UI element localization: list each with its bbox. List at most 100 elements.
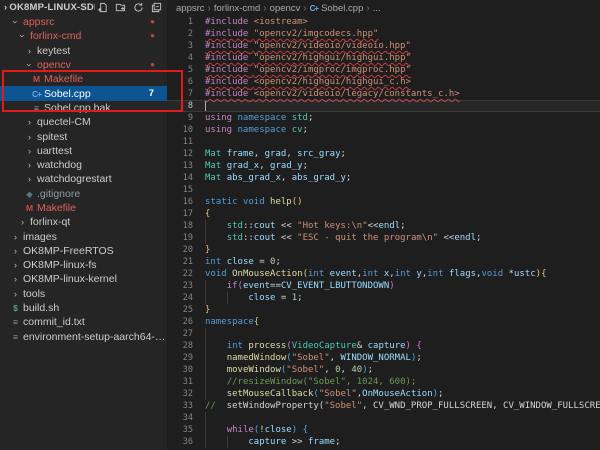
code-line-34[interactable]: 34 xyxy=(167,412,600,424)
line-content[interactable]: moveWindow("Sobel", 0, 40); xyxy=(193,364,600,376)
code-line-4[interactable]: 4#include "opencv2/highgui/highgui.hpp" xyxy=(167,52,600,64)
line-number[interactable]: 7 xyxy=(167,88,193,100)
tree-item-environment-setup-aarch64-poky-lin[interactable]: ≡environment-setup-aarch64-poky-lin... xyxy=(0,330,167,344)
tree-item-makefile[interactable]: MMakefile xyxy=(0,201,167,215)
new-folder-icon[interactable] xyxy=(113,1,127,14)
breadcrumb-item-sobel-cpp[interactable]: C+Sobel.cpp xyxy=(310,3,364,14)
line-content[interactable]: close = 1; xyxy=(193,292,600,304)
line-content[interactable]: Mat grad_x, grad_y; xyxy=(193,160,600,172)
line-content[interactable]: // setWindowProperty("Sobel", CV_WND_PRO… xyxy=(193,400,600,412)
line-number[interactable]: 23 xyxy=(167,280,193,292)
line-content[interactable]: Mat abs_grad_x, abs_grad_y; xyxy=(193,172,600,184)
line-number[interactable]: 15 xyxy=(167,184,193,196)
line-number[interactable]: 27 xyxy=(167,328,193,340)
line-content[interactable]: if(event==CV_EVENT_LBUTTONDOWN) xyxy=(193,280,600,292)
line-content[interactable]: capture >> frame; xyxy=(193,436,600,448)
refresh-icon[interactable] xyxy=(131,1,145,14)
tree-item-spitest[interactable]: ›spitest xyxy=(0,129,167,143)
code-line-19[interactable]: 19 std::cout << "ESC - quit the program\… xyxy=(167,232,600,244)
line-number[interactable]: 16 xyxy=(167,196,193,208)
tree-item-tools[interactable]: ›tools xyxy=(0,287,167,301)
code-line-18[interactable]: 18 std::cout << "Hot keys:\n"<<endl; xyxy=(167,220,600,232)
breadcrumb-item-[interactable]: ... xyxy=(373,3,381,14)
tree-item-ok8mp-linux-kernel[interactable]: ›OK8MP-linux-kernel xyxy=(0,272,167,286)
tree-item-forlinx-cmd[interactable]: ›forlinx-cmd● xyxy=(0,29,167,43)
line-number[interactable]: 29 xyxy=(167,352,193,364)
tree-item-watchdogrestart[interactable]: ›watchdogrestart xyxy=(0,172,167,186)
line-number[interactable]: 30 xyxy=(167,364,193,376)
code-line-24[interactable]: 24 close = 1; xyxy=(167,292,600,304)
line-content[interactable]: namespace{ xyxy=(193,316,600,328)
line-content[interactable] xyxy=(193,184,600,196)
tree-item-ok8mp-linux-fs[interactable]: ›OK8MP-linux-fs xyxy=(0,258,167,272)
line-content[interactable]: #include <opencv2/highgui/highgui_c.h> xyxy=(193,76,600,88)
line-number[interactable]: 22 xyxy=(167,268,193,280)
line-number[interactable]: 21 xyxy=(167,256,193,268)
line-number[interactable]: 35 xyxy=(167,424,193,436)
code-line-14[interactable]: 14Mat abs_grad_x, abs_grad_y; xyxy=(167,172,600,184)
code-line-33[interactable]: 33// setWindowProperty("Sobel", CV_WND_P… xyxy=(167,400,600,412)
breadcrumb-item-forlinx-cmd[interactable]: forlinx-cmd xyxy=(214,3,260,14)
line-number[interactable]: 33 xyxy=(167,400,193,412)
breadcrumb-item-appsrc[interactable]: appsrc xyxy=(176,3,205,14)
line-content[interactable]: { xyxy=(193,208,600,220)
code-line-20[interactable]: 20} xyxy=(167,244,600,256)
line-content[interactable] xyxy=(193,412,600,424)
tree-item-gitignore[interactable]: ◆.gitignore xyxy=(0,187,167,201)
code-line-5[interactable]: 5#include "opencv2/imgproc/imgproc.hpp" xyxy=(167,64,600,76)
line-content[interactable]: #include <iostream> xyxy=(193,16,600,28)
line-number[interactable]: 19 xyxy=(167,232,193,244)
tree-item-uarttest[interactable]: ›uarttest xyxy=(0,144,167,158)
new-file-icon[interactable] xyxy=(95,1,109,14)
code-line-15[interactable]: 15 xyxy=(167,184,600,196)
code-line-25[interactable]: 25} xyxy=(167,304,600,316)
code-line-12[interactable]: 12Mat frame, grad, src_gray; xyxy=(167,148,600,160)
line-content[interactable]: #include "opencv2/imgproc/imgproc.hpp" xyxy=(193,64,600,76)
code-line-16[interactable]: 16static void help() xyxy=(167,196,600,208)
tree-item-build-sh[interactable]: $build.sh xyxy=(0,301,167,315)
code-line-21[interactable]: 21int close = 0; xyxy=(167,256,600,268)
line-content[interactable]: setMouseCallback("Sobel",OnMouseAction); xyxy=(193,388,600,400)
line-content[interactable]: Mat frame, grad, src_gray; xyxy=(193,148,600,160)
line-content[interactable]: static void help() xyxy=(193,196,600,208)
line-content[interactable]: } xyxy=(193,244,600,256)
line-content[interactable]: #include <opencv2/videoio/legacy/constan… xyxy=(193,88,600,100)
line-number[interactable]: 32 xyxy=(167,388,193,400)
code-line-27[interactable]: 27 xyxy=(167,328,600,340)
code-line-31[interactable]: 31 //resizeWindow("Sobel", 1024, 600); xyxy=(167,376,600,388)
code-line-36[interactable]: 36 capture >> frame; xyxy=(167,436,600,448)
line-content[interactable]: } xyxy=(193,304,600,316)
line-number[interactable]: 31 xyxy=(167,376,193,388)
line-number[interactable]: 9 xyxy=(167,112,193,124)
line-number[interactable]: 8 xyxy=(167,100,193,112)
tree-item-quectel-cm[interactable]: ›quectel-CM xyxy=(0,115,167,129)
line-content[interactable]: int process(VideoCapture& capture) { xyxy=(193,340,600,352)
code-line-11[interactable]: 11 xyxy=(167,136,600,148)
code-line-9[interactable]: 9using namespace std; xyxy=(167,112,600,124)
tree-item-sobel-cpp-bak[interactable]: ≡Sobel.cpp.bak xyxy=(0,101,167,115)
line-number[interactable]: 18 xyxy=(167,220,193,232)
line-number[interactable]: 1 xyxy=(167,16,193,28)
breadcrumb-item-opencv[interactable]: opencv xyxy=(270,3,301,14)
collapse-all-icon[interactable] xyxy=(149,1,163,14)
code-line-13[interactable]: 13Mat grad_x, grad_y; xyxy=(167,160,600,172)
code-line-10[interactable]: 10using namespace cv; xyxy=(167,124,600,136)
line-number[interactable]: 12 xyxy=(167,148,193,160)
line-number[interactable]: 11 xyxy=(167,136,193,148)
line-number[interactable]: 36 xyxy=(167,436,193,448)
code-line-3[interactable]: 3#include "opencv2/videoio/videoio.hpp" xyxy=(167,40,600,52)
code-line-28[interactable]: 28 int process(VideoCapture& capture) { xyxy=(167,340,600,352)
code-line-17[interactable]: 17{ xyxy=(167,208,600,220)
project-root-folder[interactable]: › OK8MP-LINUX-SDK xyxy=(4,2,95,13)
line-content[interactable]: void OnMouseAction(int event,int x,int y… xyxy=(193,268,600,280)
line-number[interactable]: 13 xyxy=(167,160,193,172)
tree-item-appsrc[interactable]: ›appsrc● xyxy=(0,15,167,29)
line-content[interactable]: using namespace std; xyxy=(193,112,600,124)
line-number[interactable]: 25 xyxy=(167,304,193,316)
line-content[interactable]: std::cout << "Hot keys:\n"<<endl; xyxy=(193,220,600,232)
line-content[interactable]: namedWindow("Sobel", WINDOW_NORMAL); xyxy=(193,352,600,364)
tree-item-opencv[interactable]: ›opencv● xyxy=(0,58,167,72)
tree-item-watchdog[interactable]: ›watchdog xyxy=(0,158,167,172)
line-content[interactable]: using namespace cv; xyxy=(193,124,600,136)
line-number[interactable]: 5 xyxy=(167,64,193,76)
